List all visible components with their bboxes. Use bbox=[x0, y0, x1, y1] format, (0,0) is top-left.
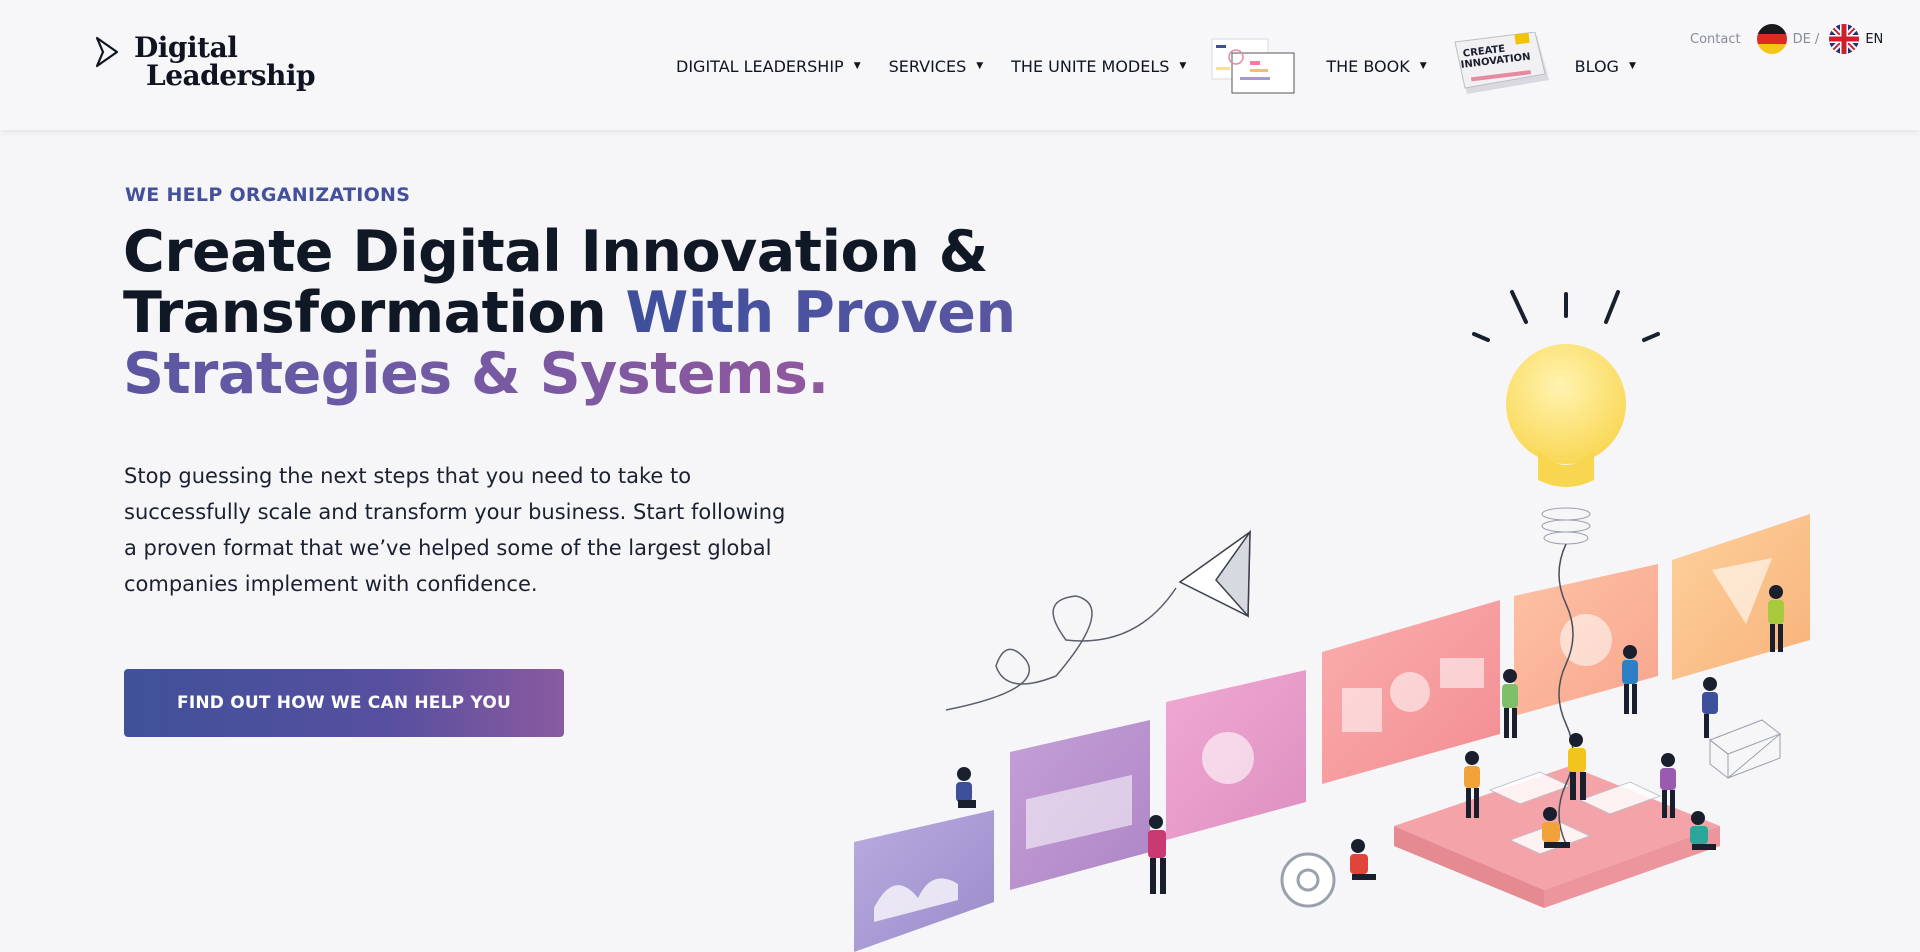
nav-services[interactable]: SERVICES ▼ bbox=[889, 57, 984, 76]
person-navy-box bbox=[1702, 677, 1718, 738]
lang-en-link[interactable]: EN bbox=[1865, 32, 1883, 47]
panel-purple-1 bbox=[854, 810, 994, 952]
person-red-gear bbox=[1350, 839, 1376, 880]
nav-blog-label: BLOG bbox=[1574, 56, 1619, 76]
site-logo[interactable]: Digital Leadership bbox=[94, 31, 316, 92]
caret-down-icon: ▼ bbox=[853, 61, 861, 71]
hero-body-text: Stop guessing the next steps that you ne… bbox=[124, 464, 786, 596]
caret-down-icon: ▼ bbox=[1179, 61, 1187, 71]
gear-icon bbox=[1280, 852, 1336, 908]
hero-eyebrow: WE HELP ORGANIZATIONS bbox=[125, 184, 411, 206]
caret-down-icon: ▼ bbox=[976, 61, 984, 71]
panel-orange bbox=[1672, 514, 1810, 680]
light-rays bbox=[1472, 290, 1660, 342]
hero-illustration bbox=[854, 290, 1810, 952]
person-laptop-left bbox=[956, 767, 976, 808]
nav-services-label: SERVICES bbox=[888, 56, 967, 76]
nav-the-book[interactable]: THE BOOK ▼ bbox=[1326, 57, 1426, 76]
play-arrow-logo-icon bbox=[95, 36, 119, 68]
nav-blog[interactable]: BLOG ▼ bbox=[1575, 57, 1636, 76]
find-out-how-button[interactable]: FIND OUT HOW WE CAN HELP YOU bbox=[124, 669, 564, 737]
person-green bbox=[1502, 669, 1518, 738]
nav-the-book-label: THE BOOK bbox=[1326, 56, 1410, 76]
panel-pink bbox=[1166, 670, 1306, 840]
paper-plane-icon bbox=[945, 529, 1251, 711]
contact-link[interactable]: Contact bbox=[1690, 32, 1741, 47]
german-flag-icon[interactable] bbox=[1756, 24, 1787, 54]
language-switcher: Contact DE / EN bbox=[1690, 24, 1883, 54]
person-drawing bbox=[1148, 815, 1166, 894]
logo-word-leadership: Leadership bbox=[146, 59, 316, 92]
caret-down-icon: ▼ bbox=[1628, 61, 1636, 71]
lang-de-link[interactable]: DE / bbox=[1793, 32, 1820, 47]
uk-flag-icon[interactable] bbox=[1829, 24, 1860, 54]
logo-wordmark: Digital Leadership bbox=[134, 31, 316, 92]
logo-word-digital: Digital bbox=[134, 31, 238, 64]
person-blue bbox=[1622, 645, 1638, 714]
book-cover-thumbnail-image[interactable]: CREATE INNOVATION bbox=[1449, 32, 1553, 100]
wireframe-box-right bbox=[1708, 719, 1782, 780]
main-nav: DIGITAL LEADERSHIP ▼ SERVICES ▼ THE UNIT… bbox=[676, 32, 1664, 94]
site-header: Digital Leadership DIGITAL LEADERSHIP ▼ … bbox=[0, 0, 1920, 130]
caret-down-icon: ▼ bbox=[1419, 61, 1427, 71]
panel-purple-2 bbox=[1010, 720, 1150, 890]
nav-digital-leadership-label: DIGITAL LEADERSHIP bbox=[676, 56, 844, 76]
nav-unite-models-label: THE UNITE MODELS bbox=[1011, 56, 1170, 76]
nav-unite-models[interactable]: THE UNITE MODELS ▼ bbox=[1011, 57, 1186, 76]
unite-models-thumbnail-image[interactable] bbox=[1210, 35, 1300, 97]
nav-digital-leadership[interactable]: DIGITAL LEADERSHIP ▼ bbox=[676, 57, 861, 76]
